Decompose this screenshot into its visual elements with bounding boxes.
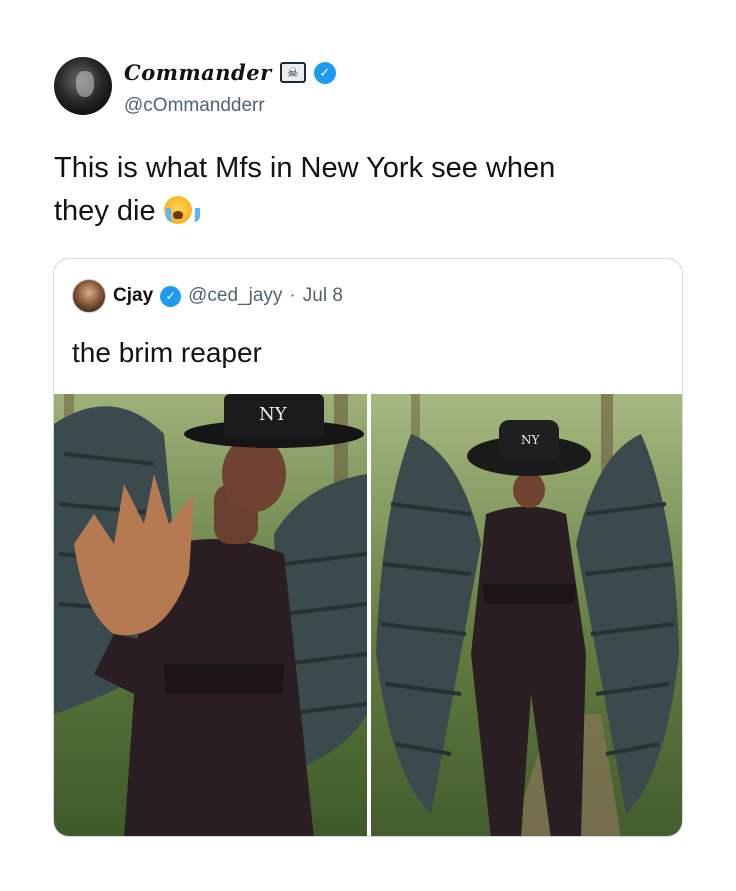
tweet-text-line-2: they die [54, 190, 694, 233]
photo-person-wings-standing: NY [371, 394, 682, 836]
verified-check-icon: ✓ [313, 61, 336, 84]
meta-separator: · [289, 285, 296, 306]
quoted-author-handle[interactable]: @ced_jayy [188, 285, 282, 307]
tweet-text-line-1: This is what Mfs in New York see when [54, 152, 556, 184]
media-grid: NY NY [54, 394, 682, 836]
quoted-author-avatar[interactable] [72, 279, 106, 313]
media-photo-1[interactable]: NY [54, 394, 367, 836]
tweet-card: Commander ☠ ✓ @cOmmandderr This is what … [0, 0, 736, 891]
quoted-tweet-date[interactable]: Jul 8 [303, 285, 343, 307]
svg-text:NY: NY [521, 433, 541, 447]
tweet-text-line-2-words: they die [54, 195, 156, 227]
tweet-text: This is what Mfs in New York see when th… [54, 147, 694, 233]
svg-text:NY: NY [259, 404, 288, 425]
quoted-tweet[interactable]: Cjay ✓ @ced_jayy · Jul 8 the brim reaper [53, 258, 683, 837]
author-handle[interactable]: @cOmmandderr [124, 95, 265, 117]
quoted-author-name[interactable]: Cjay [113, 285, 153, 307]
quoted-tweet-header: Cjay ✓ @ced_jayy · Jul 8 [72, 279, 343, 313]
author-avatar[interactable] [54, 57, 112, 115]
quoted-tweet-text: the brim reaper [72, 337, 262, 368]
loudly-crying-face-emoji [163, 196, 200, 224]
verified-check-icon: ✓ [160, 285, 182, 307]
photo-person-wings-hand-raised: NY [54, 394, 367, 836]
media-photo-2[interactable]: NY [371, 394, 682, 836]
skull-crossbones-icon: ☠ [279, 62, 306, 83]
author-name-row: Commander ☠ ✓ [124, 60, 336, 85]
author-display-name[interactable]: Commander [124, 60, 272, 85]
